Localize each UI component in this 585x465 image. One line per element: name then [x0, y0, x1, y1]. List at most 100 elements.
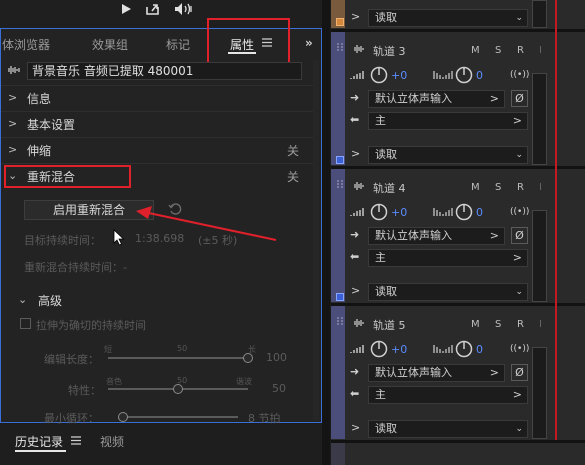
pan-value[interactable]: 0 — [476, 343, 483, 356]
phase-invert-button[interactable]: Ø — [511, 227, 528, 244]
automation-mode-dropdown[interactable]: 读取 ⌄ — [368, 283, 528, 301]
pan-knob-icon[interactable] — [455, 340, 473, 358]
record-button[interactable]: R — [517, 319, 524, 330]
volume-knob-icon[interactable] — [370, 203, 388, 221]
phase-invert-button[interactable]: Ø — [511, 364, 528, 381]
volume-value[interactable]: +0 — [391, 69, 407, 82]
record-button[interactable]: R — [517, 45, 524, 56]
speaker-icon[interactable] — [174, 2, 194, 16]
stereo-icon[interactable]: ((•)) — [510, 344, 529, 354]
automation-mode-dropdown[interactable]: 读取 ⌄ — [368, 9, 528, 27]
advanced-section-label[interactable]: 高级 — [38, 292, 62, 309]
pan-knob-icon[interactable] — [455, 203, 473, 221]
track-separator — [331, 303, 585, 306]
tab-media-browser[interactable]: 体浏览器 — [2, 36, 50, 53]
tab-video[interactable]: 视频 — [100, 433, 124, 450]
chevron-right-icon: > — [512, 251, 522, 264]
output-dropdown[interactable]: 主 > — [368, 386, 528, 404]
chevron-right-icon[interactable]: > — [351, 10, 360, 23]
chevron-right-icon: > — [512, 114, 522, 127]
track-color-stripe — [331, 443, 345, 465]
record-button[interactable]: R — [517, 182, 524, 193]
chevron-double-right-icon[interactable]: » — [305, 36, 313, 50]
track-name[interactable]: 轨道 4 — [373, 180, 406, 196]
pan-knob-icon[interactable] — [455, 66, 473, 84]
chevron-right-icon: > — [489, 229, 499, 242]
input-dropdown[interactable]: 默认立体声输入 > — [368, 90, 505, 108]
panel-divider — [322, 0, 330, 465]
min-loop-knob[interactable] — [118, 412, 128, 422]
export-icon[interactable] — [146, 3, 160, 15]
stereo-icon[interactable]: ((•)) — [510, 70, 529, 80]
track-color-swatch[interactable] — [336, 156, 344, 164]
stereo-icon[interactable]: ((•)) — [510, 207, 529, 217]
waveform-icon — [352, 44, 366, 54]
panel-menu-icon[interactable] — [71, 436, 81, 445]
output-dropdown[interactable]: 主 > — [368, 249, 528, 267]
section-basic-settings[interactable]: > 基本设置 — [1, 111, 313, 136]
solo-button[interactable]: S — [495, 319, 501, 330]
tab-history[interactable]: 历史记录 — [15, 433, 63, 450]
play-icon[interactable] — [120, 3, 132, 15]
solo-button[interactable]: S — [495, 45, 501, 56]
pan-value[interactable]: 0 — [476, 206, 483, 219]
track-name[interactable]: 轨道 3 — [373, 43, 406, 59]
features-value: 50 — [272, 382, 286, 395]
properties-scrollbar[interactable] — [313, 60, 319, 420]
chevron-right-icon: > — [8, 91, 18, 104]
output-dropdown[interactable]: 主 > — [368, 112, 528, 130]
chevron-right-icon: > — [489, 92, 499, 105]
input-monitor-button[interactable]: I — [539, 319, 542, 330]
volume-value[interactable]: +0 — [391, 206, 407, 219]
level-meter — [532, 347, 547, 439]
pan-value[interactable]: 0 — [476, 69, 483, 82]
waveform-icon — [352, 181, 366, 191]
input-dropdown[interactable]: 默认立体声输入 > — [368, 364, 505, 382]
clip-name-field[interactable]: 背景音乐 音频已提取 480001 — [27, 62, 302, 80]
output-arrow-icon: ⬅ — [350, 113, 360, 126]
track-separator — [331, 29, 585, 32]
edit-length-value: 100 — [266, 351, 287, 364]
phase-invert-button[interactable]: Ø — [511, 90, 528, 107]
mute-button[interactable]: M — [471, 45, 480, 56]
edit-length-slider[interactable] — [108, 357, 248, 359]
features-knob[interactable] — [173, 384, 183, 394]
chevron-right-icon: > — [8, 143, 18, 156]
volume-knob-icon[interactable] — [370, 340, 388, 358]
input-monitor-button[interactable]: I — [539, 182, 542, 193]
chevron-right-icon[interactable]: > — [351, 421, 360, 434]
drag-handle-icon[interactable] — [336, 316, 344, 326]
annotation-arrow-icon — [130, 200, 280, 245]
mute-button[interactable]: M — [471, 319, 480, 330]
input-dropdown[interactable]: 默认立体声输入 > — [368, 227, 505, 245]
edit-length-knob[interactable] — [243, 353, 253, 363]
chevron-right-icon: > — [489, 366, 499, 379]
stretch-exact-label: 拉伸为确切的持续时间 — [36, 319, 146, 332]
tab-markers[interactable]: 标记 — [166, 36, 190, 53]
level-meter — [532, 73, 547, 165]
track-name[interactable]: 轨道 5 — [373, 317, 406, 333]
chevron-right-icon[interactable]: > — [351, 284, 360, 297]
min-loop-slider[interactable] — [118, 416, 238, 418]
tab-effects-rack[interactable]: 效果组 — [92, 36, 128, 53]
drag-handle-icon[interactable] — [336, 42, 344, 52]
output-arrow-icon: ⬅ — [350, 387, 360, 400]
chevron-down-icon[interactable]: ⌄ — [18, 293, 27, 306]
track-color-swatch[interactable] — [336, 18, 344, 26]
automation-mode-dropdown[interactable]: 读取 ⌄ — [368, 420, 528, 438]
section-info[interactable]: > 信息 — [1, 85, 313, 110]
volume-value[interactable]: +0 — [391, 343, 407, 356]
input-monitor-button[interactable]: I — [539, 45, 542, 56]
drag-handle-icon[interactable] — [336, 179, 344, 189]
section-stretch[interactable]: > 伸缩 关 — [1, 137, 313, 162]
mute-button[interactable]: M — [471, 182, 480, 193]
track-color-swatch[interactable] — [336, 293, 344, 301]
chevron-right-icon[interactable]: > — [351, 147, 360, 160]
stretch-exact-checkbox[interactable] — [20, 318, 31, 329]
remix-toggle[interactable]: 关 — [287, 168, 299, 185]
automation-mode-dropdown[interactable]: 读取 ⌄ — [368, 146, 528, 164]
playhead-line[interactable] — [555, 0, 557, 440]
stretch-toggle[interactable]: 关 — [287, 142, 299, 159]
solo-button[interactable]: S — [495, 182, 501, 193]
volume-knob-icon[interactable] — [370, 66, 388, 84]
